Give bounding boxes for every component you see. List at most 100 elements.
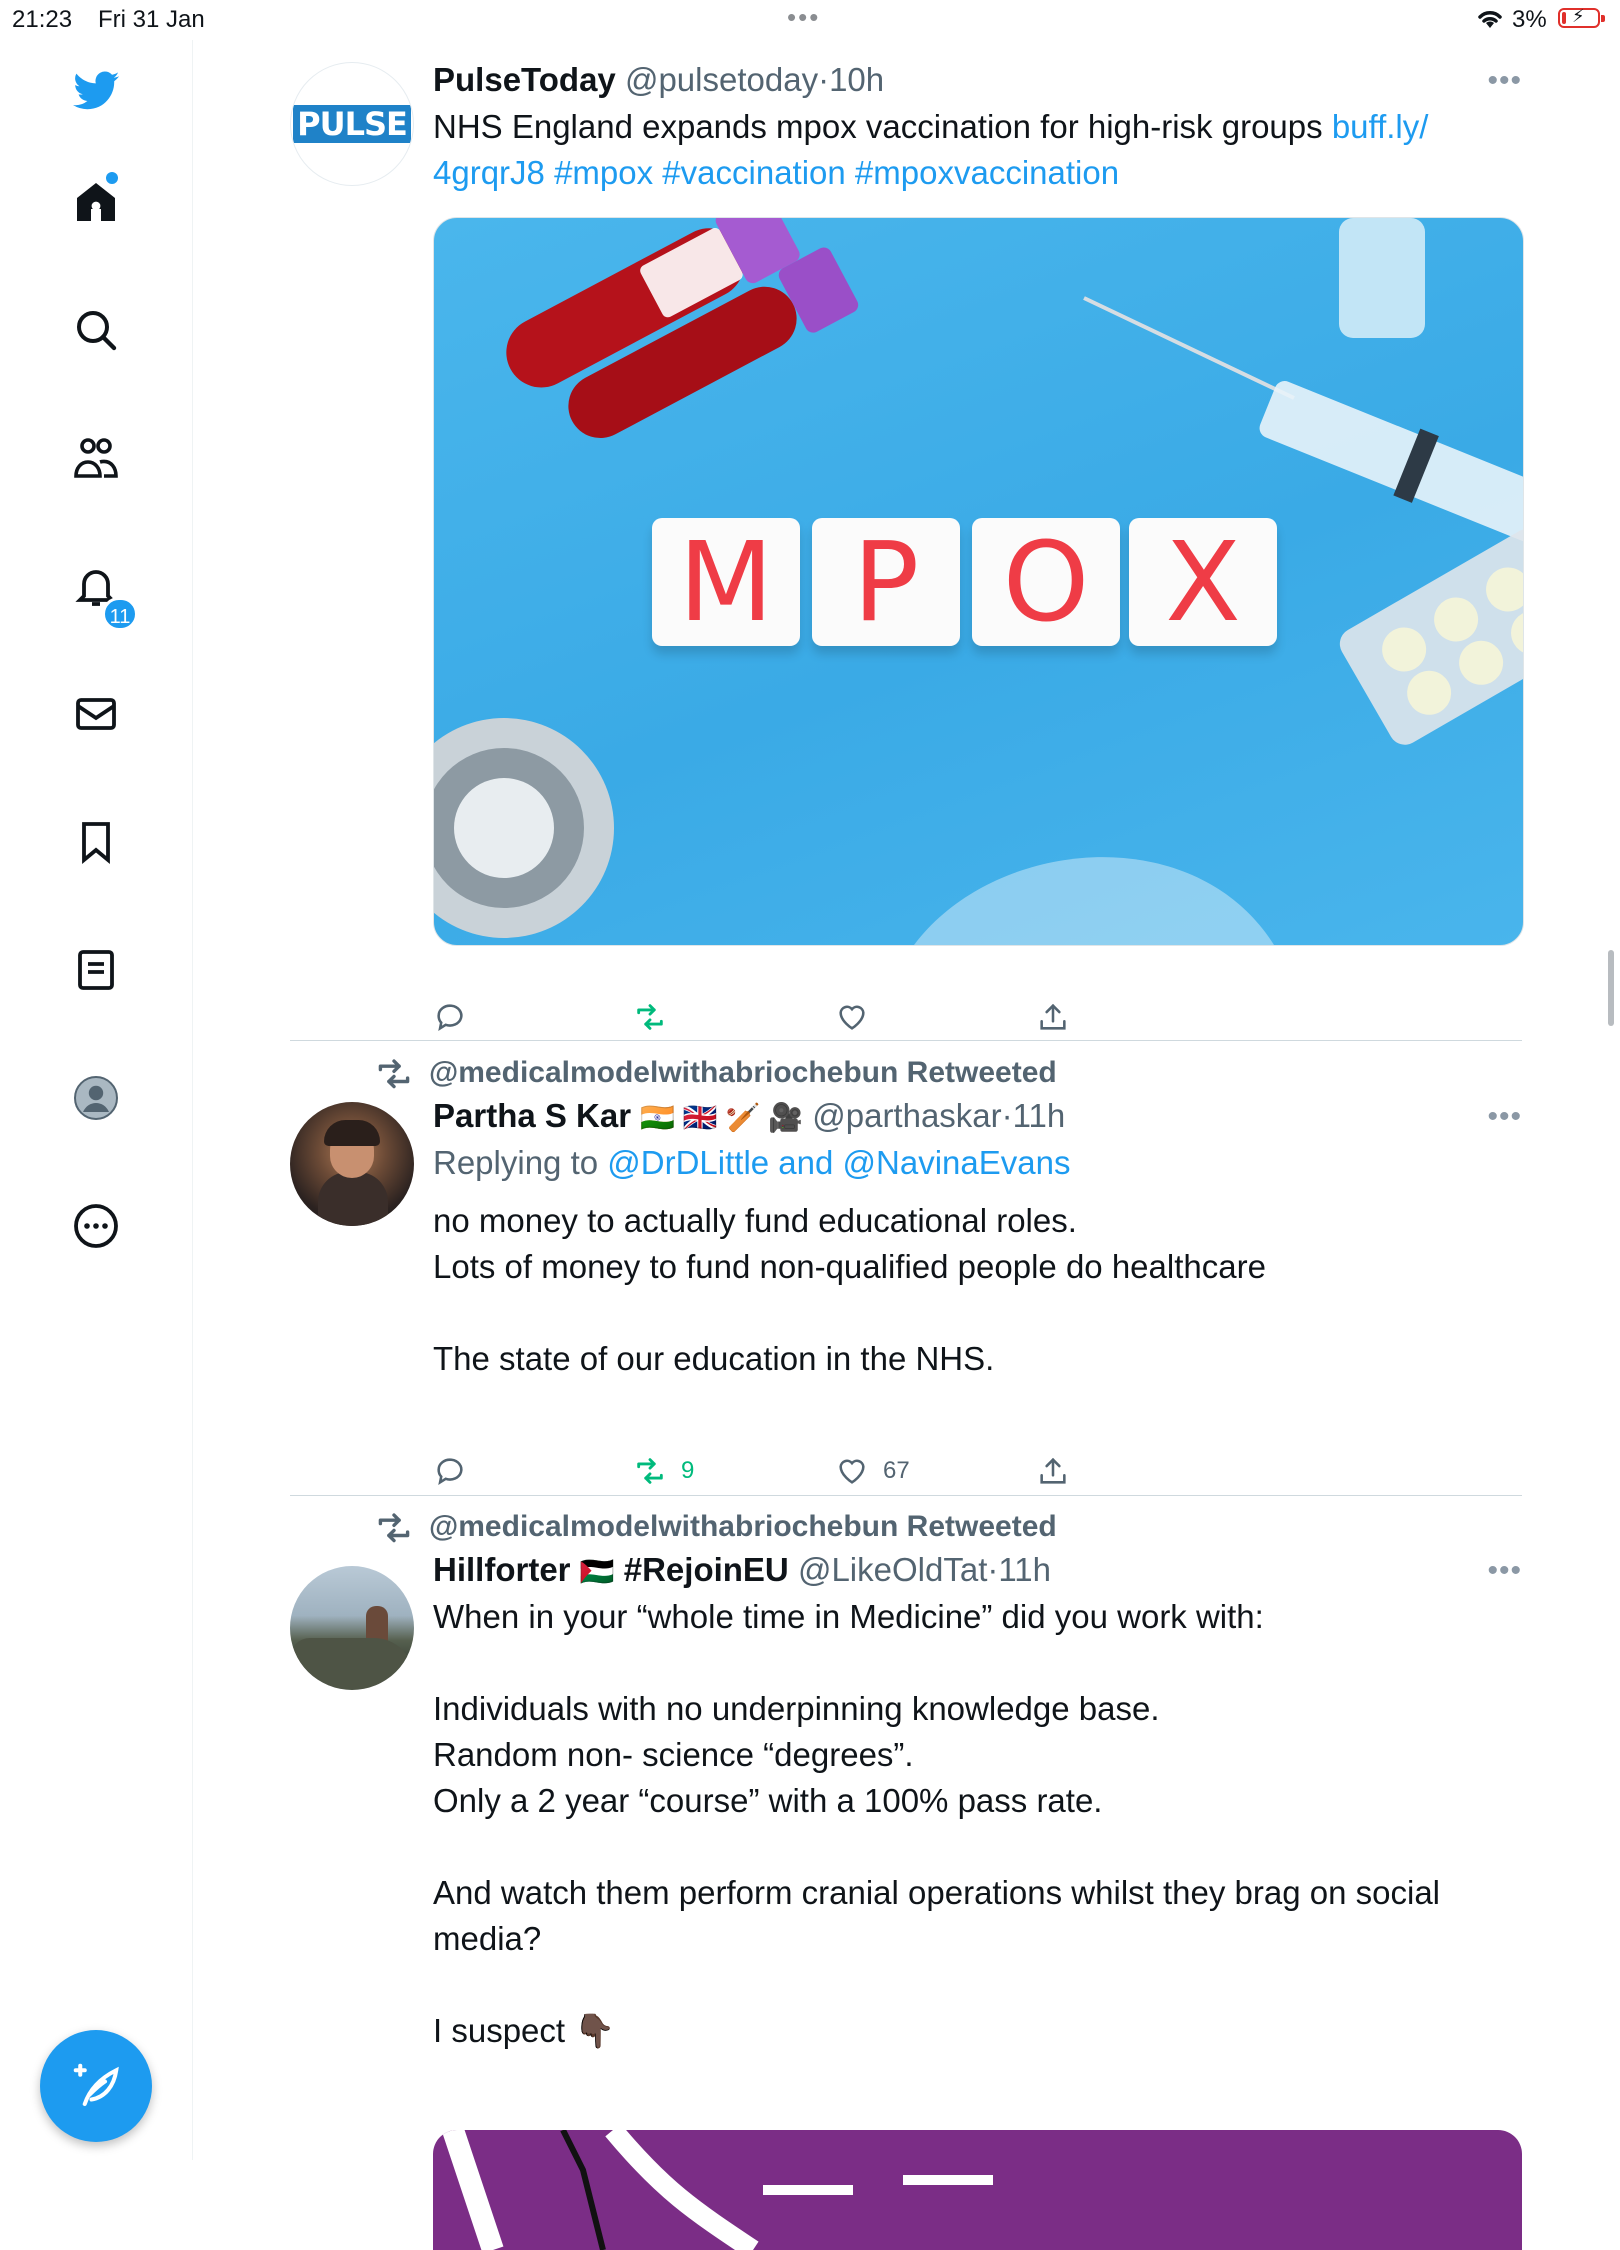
retweeted-by: @medicalmodelwithabriochebun Retweeted (373, 1510, 1057, 1544)
tweet-line: media? (433, 1920, 542, 1957)
replying-to: Replying to @DrDLittle and @NavinaEvans (433, 1140, 1522, 1186)
home-new-dot (106, 172, 118, 184)
retweeted-by-text[interactable]: @medicalmodelwithabriochebun Retweeted (429, 1510, 1057, 1544)
name-emoji: 🇮🇳 🇬🇧 🏏 🎥 (640, 1102, 804, 1133)
display-name-suffix[interactable]: #RejoinEU (624, 1551, 789, 1588)
reply-icon (437, 1004, 463, 1031)
handle[interactable]: @pulsetoday (625, 61, 818, 98)
notification-count-badge: 11 (102, 597, 138, 631)
tweet-actions (433, 1000, 1333, 1040)
timestamp[interactable]: 11h (998, 1551, 1051, 1588)
divider (290, 1040, 1522, 1041)
date: Fri 31 Jan (98, 6, 205, 33)
messages-envelope-icon[interactable] (68, 686, 124, 742)
display-name[interactable]: Hillforter (433, 1551, 571, 1588)
more-options-icon[interactable]: ••• (1487, 1554, 1522, 1588)
letter-tile-x: X (1129, 518, 1277, 646)
more-options-icon[interactable] (68, 1198, 124, 1254)
avatar[interactable] (290, 1566, 414, 1690)
hashtag-vaccination[interactable]: #vaccination (662, 154, 845, 191)
battery-percent: 3% (1512, 6, 1547, 33)
retweeted-by: @medicalmodelwithabriochebun Retweeted (373, 1056, 1057, 1090)
timestamp[interactable]: 11h (1013, 1097, 1066, 1134)
display-name[interactable]: PulseToday (433, 61, 616, 98)
more-options-icon[interactable]: ••• (1487, 1100, 1522, 1134)
tweet-line: no money to actually fund educational ro… (433, 1202, 1077, 1239)
link-continuation[interactable]: 4grqrJ8 (433, 154, 545, 191)
retweet-button[interactable] (633, 1000, 667, 1034)
clock: 21:23 (12, 6, 73, 33)
replying-to-handles[interactable]: @DrDLittle and @NavinaEvans (607, 1144, 1070, 1181)
tweet-parthaskar[interactable]: @medicalmodelwithabriochebun Retweeted P… (290, 1056, 1522, 1485)
scrollbar[interactable] (1608, 950, 1614, 1026)
tweet-header: Hillforter 🇵🇸 #RejoinEU @LikeOldTat·11h (433, 1550, 1522, 1592)
tweet-image[interactable]: M P O X (433, 217, 1524, 946)
separator-dot: · (818, 61, 830, 98)
tweet-line: I suspect 👇🏿 (433, 2012, 616, 2049)
hashtag-mpoxvaccination[interactable]: #mpoxvaccination (855, 154, 1119, 191)
separator-dot: · (987, 1551, 999, 1588)
like-button[interactable]: 67 (835, 1454, 910, 1488)
tweet-line: The state of our education in the NHS. (433, 1340, 995, 1377)
avatar[interactable]: PULSE (290, 62, 414, 186)
tweet-text: no money to actually fund educational ro… (433, 1198, 1522, 1382)
retweet-small-icon (378, 1059, 410, 1089)
share-button[interactable] (1036, 1454, 1070, 1488)
communities-icon[interactable] (68, 430, 124, 486)
letter-tile-p: P (812, 518, 960, 646)
share-button[interactable] (1036, 1000, 1070, 1034)
share-icon (1040, 1457, 1066, 1484)
wifi-icon (1478, 11, 1502, 28)
tweet-likeoldtat[interactable]: @medicalmodelwithabriochebun Retweeted H… (290, 1510, 1522, 2250)
letter-tile-m: M (652, 518, 800, 646)
reply-button[interactable] (433, 1454, 467, 1488)
avatar[interactable] (290, 1102, 414, 1226)
sidebar-nav: 11 (0, 40, 193, 2160)
separator-dot: · (1001, 1097, 1013, 1134)
retweet-small-icon (378, 1513, 410, 1543)
like-count: 67 (883, 1457, 910, 1484)
tweet-pulsetoday[interactable]: PULSE PulseToday @pulsetoday·10h NHS Eng… (290, 60, 1524, 1031)
tweet-text-body: NHS England expands mpox vaccination for… (433, 108, 1332, 145)
tweet-actions: 9 67 (433, 1454, 1333, 1494)
image-illustration (442, 2130, 993, 2250)
reply-button[interactable] (433, 1000, 467, 1034)
tweet-line: Random non- science “degrees”. (433, 1736, 914, 1773)
search-icon[interactable] (68, 302, 124, 358)
divider (290, 1495, 1522, 1496)
reply-icon (437, 1458, 463, 1485)
link[interactable]: buff.ly/ (1332, 108, 1429, 145)
compose-tweet-button[interactable] (40, 2030, 152, 2142)
lists-icon[interactable] (68, 942, 124, 998)
timeline: PULSE PulseToday @pulsetoday·10h NHS Eng… (192, 40, 1620, 2250)
handle[interactable]: @parthaskar (812, 1097, 1001, 1134)
handle[interactable]: @LikeOldTat (798, 1551, 987, 1588)
tweet-header: Partha S Kar 🇮🇳 🇬🇧 🏏 🎥 @parthaskar·11h (433, 1096, 1522, 1138)
heart-icon (839, 1459, 865, 1484)
hashtag-mpox[interactable]: #mpox (554, 154, 653, 191)
retweet-icon (637, 1004, 663, 1030)
more-options-icon[interactable]: ••• (1487, 64, 1522, 98)
timestamp[interactable]: 10h (829, 61, 884, 98)
tweet-line: Individuals with no underpinning knowled… (433, 1690, 1160, 1727)
tweet-line: Lots of money to fund non-qualified peop… (433, 1248, 1266, 1285)
battery-icon: ⚡ (1558, 6, 1605, 28)
display-name[interactable]: Partha S Kar (433, 1097, 631, 1134)
replying-to-label: Replying to (433, 1144, 608, 1181)
tweet-image[interactable] (433, 2130, 1522, 2250)
retweet-button[interactable]: 9 (633, 1454, 694, 1488)
tweet-content: Hillforter 🇵🇸 #RejoinEU @LikeOldTat·11h … (433, 1550, 1522, 2054)
heart-icon (839, 1005, 865, 1030)
name-flag: 🇵🇸 (579, 1556, 615, 1587)
multitasking-dots-icon[interactable]: ••• (787, 2, 820, 33)
tweet-header: PulseToday @pulsetoday·10h (433, 60, 1522, 100)
tweet-content: PulseToday @pulsetoday·10h NHS England e… (433, 60, 1522, 196)
retweeted-by-text[interactable]: @medicalmodelwithabriochebun Retweeted (429, 1056, 1057, 1090)
profile-avatar-icon[interactable] (68, 1070, 124, 1126)
like-button[interactable] (835, 1000, 869, 1034)
tweet-line: When in your “whole time in Medicine” di… (433, 1598, 1264, 1635)
bookmarks-icon[interactable] (68, 814, 124, 870)
twitter-logo-icon[interactable] (68, 62, 124, 118)
pulse-logo: PULSE (293, 105, 411, 143)
retweet-icon (637, 1458, 663, 1484)
